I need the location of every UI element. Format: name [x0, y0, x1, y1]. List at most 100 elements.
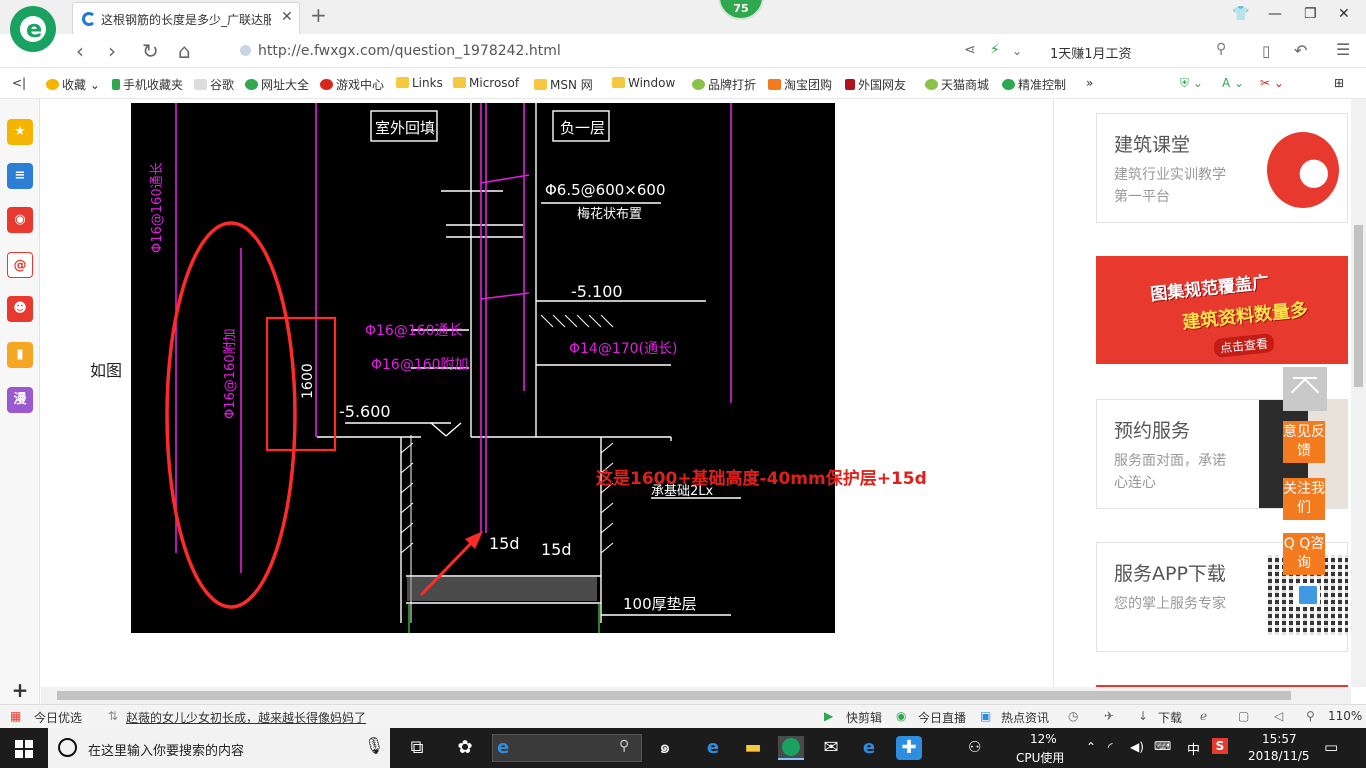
- task-view-icon[interactable]: ⧉: [404, 736, 430, 760]
- bookmark-msn[interactable]: MSN 网: [534, 76, 593, 93]
- plus-app-icon[interactable]: ✚: [896, 736, 922, 760]
- today-picks[interactable]: 今日优选: [34, 709, 82, 726]
- bookmark-tmall[interactable]: 天猫商城: [925, 76, 989, 93]
- restore-button[interactable]: ❐: [1304, 6, 1317, 22]
- url-text[interactable]: http://e.fwxgx.com/question_1978242.html: [258, 43, 561, 59]
- sogou-s-icon[interactable]: S: [1212, 738, 1228, 754]
- bookmark-taobao[interactable]: 淘宝团购: [768, 76, 832, 93]
- news-arrows-icon[interactable]: ⇅: [108, 709, 118, 723]
- window-icon[interactable]: ▢: [1238, 709, 1249, 723]
- more-bookmarks-icon[interactable]: »: [1086, 76, 1093, 90]
- back-icon[interactable]: ‹: [76, 39, 84, 63]
- chevron-down-icon[interactable]: ⌄: [1012, 44, 1022, 58]
- tray-expand-icon[interactable]: ⌃: [1086, 740, 1096, 754]
- bookmark-precise[interactable]: 精准控制: [1002, 76, 1066, 93]
- close-window-button[interactable]: ✕: [1338, 6, 1350, 22]
- back-to-top-button[interactable]: [1283, 367, 1327, 411]
- gift-icon[interactable]: ▦: [10, 709, 21, 723]
- qq-consult-button[interactable]: Q Q咨询: [1283, 533, 1325, 575]
- game-icon[interactable]: ☻: [7, 296, 33, 322]
- ie-mode-icon[interactable]: ℯ: [1200, 709, 1207, 723]
- close-tab-icon[interactable]: ✕: [281, 9, 293, 25]
- apps-grid-icon[interactable]: ⊞: [1334, 76, 1344, 90]
- people-icon[interactable]: ⚇: [968, 738, 981, 756]
- favorites-star-icon[interactable]: ★: [7, 119, 33, 145]
- shirt-skin-icon[interactable]: 👕: [1232, 6, 1249, 22]
- keyboard-icon[interactable]: ⌨: [1154, 739, 1171, 753]
- windows-start-icon[interactable]: [15, 740, 33, 758]
- taskbar-search[interactable]: 在这里输入你要搜索的内容 🎙: [48, 728, 390, 768]
- feed-icon[interactable]: ≡: [7, 163, 33, 189]
- banner-cta[interactable]: 点击查看: [1213, 332, 1275, 359]
- sidebar-toggle-icon[interactable]: <|: [12, 76, 26, 90]
- screenshot-scissors-icon[interactable]: ✂ ⌄: [1260, 76, 1284, 90]
- translate-icon[interactable]: A ⌄: [1222, 76, 1244, 90]
- ime-indicator[interactable]: 中: [1187, 739, 1200, 758]
- vertical-scroll-thumb[interactable]: [1354, 225, 1363, 387]
- clock-date[interactable]: 2018/11/5: [1248, 749, 1310, 763]
- search-box[interactable]: 1天赚1月工资 ⚲: [1040, 39, 1240, 63]
- share-icon[interactable]: ⋖: [964, 42, 976, 58]
- notification-badge[interactable]: 75: [718, 0, 764, 20]
- lightning-icon[interactable]: ⚡: [990, 42, 1000, 58]
- bookmark-mobile[interactable]: 手机收藏夹: [112, 76, 183, 93]
- new-tab-button[interactable]: +: [310, 3, 327, 27]
- book-icon[interactable]: ▮: [7, 342, 33, 368]
- 360-browser-icon[interactable]: [778, 736, 804, 760]
- bookmark-windows[interactable]: Window: [612, 76, 675, 90]
- security-shield-icon[interactable]: ⛨ ⌄: [1180, 76, 1203, 91]
- bookmark-favorites[interactable]: 收藏 ⌄: [46, 76, 100, 93]
- bookmark-foreign[interactable]: 外国网友: [845, 76, 906, 93]
- vertical-scrollbar[interactable]: [1351, 99, 1366, 687]
- bookmark-google[interactable]: 谷歌: [194, 76, 234, 93]
- news-headline[interactable]: 赵薇的女儿少女初长成，越来越长得像妈妈了: [126, 709, 366, 726]
- home-icon[interactable]: ⌂: [178, 39, 191, 63]
- bookmark-microsoft[interactable]: Microsof: [453, 76, 519, 90]
- ie-browser-icon[interactable]: e: [700, 736, 726, 760]
- card-building-class[interactable]: 建筑课堂 建筑行业实训教学第一平台: [1096, 113, 1348, 223]
- speed-icon[interactable]: ◷: [1068, 709, 1078, 723]
- forward-icon[interactable]: ›: [108, 39, 116, 63]
- mail-icon[interactable]: @: [7, 252, 33, 278]
- edge-icon[interactable]: e: [856, 736, 882, 760]
- undo-icon[interactable]: ↶: [1294, 41, 1307, 60]
- zoom-icon[interactable]: ⚲: [1306, 709, 1315, 723]
- microphone-icon[interactable]: 🎙: [364, 736, 384, 755]
- search-text[interactable]: 1天赚1月工资: [1050, 43, 1132, 62]
- bookmark-brand[interactable]: 品牌打折: [692, 76, 756, 93]
- menu-icon[interactable]: ☰: [1336, 40, 1350, 59]
- status-download[interactable]: 下载: [1158, 709, 1182, 726]
- ie-search-icon[interactable]: ⚲: [619, 738, 629, 754]
- file-explorer-icon[interactable]: ▬: [740, 736, 766, 760]
- bookmark-hao[interactable]: 网址大全: [245, 76, 309, 93]
- status-hotnews[interactable]: 热点资讯: [1001, 709, 1049, 726]
- weibo-icon[interactable]: ◉: [7, 207, 33, 233]
- browser-logo-icon[interactable]: e: [10, 6, 56, 52]
- promo-banner[interactable]: 图集规范覆盖广 建筑资料数量多 点击查看: [1096, 256, 1348, 364]
- search-icon[interactable]: ⚲: [1216, 41, 1226, 57]
- bookmark-games[interactable]: 游戏中心: [320, 76, 384, 93]
- add-sidebar-icon[interactable]: +: [7, 677, 33, 703]
- taskbar-search-placeholder[interactable]: 在这里输入你要搜索的内容: [88, 740, 244, 759]
- mail-app-icon[interactable]: ✉: [818, 736, 844, 760]
- phone-icon[interactable]: ▯: [1262, 42, 1270, 60]
- cortana-icon[interactable]: [58, 738, 77, 757]
- status-live[interactable]: 今日直播: [918, 709, 966, 726]
- pin-icon[interactable]: ✈: [1104, 709, 1114, 723]
- bookmark-links[interactable]: Links: [396, 76, 443, 90]
- mute-icon[interactable]: ◁: [1274, 709, 1283, 723]
- comic-icon[interactable]: 漫: [7, 387, 33, 413]
- minimize-button[interactable]: —: [1268, 6, 1282, 22]
- feedback-button[interactable]: 意见反馈: [1283, 421, 1325, 463]
- browser-tab[interactable]: 这根钢筋的长度是多少_广联达服 ✕: [72, 2, 300, 34]
- zoom-level[interactable]: 110%: [1328, 709, 1362, 723]
- refresh-icon[interactable]: ↻: [142, 39, 159, 63]
- url-bar[interactable]: http://e.fwxgx.com/question_1978242.html: [238, 39, 958, 63]
- horizontal-scrollbar[interactable]: [41, 687, 1351, 704]
- clock-time[interactable]: 15:57: [1262, 732, 1297, 746]
- notification-center-icon[interactable]: ▭: [1324, 738, 1338, 756]
- pinwheel-app-icon[interactable]: ✿: [452, 736, 478, 760]
- horizontal-scroll-thumb[interactable]: [57, 691, 1291, 700]
- wifi-icon[interactable]: ◜: [1108, 740, 1113, 754]
- spiral-app-icon[interactable]: ๑: [652, 736, 678, 760]
